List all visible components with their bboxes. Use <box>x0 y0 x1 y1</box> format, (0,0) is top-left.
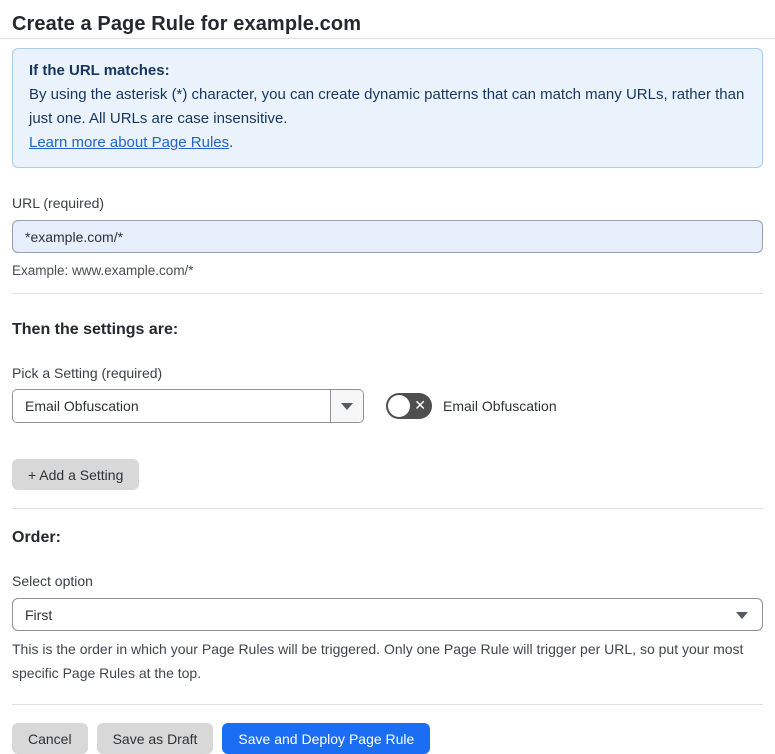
add-setting-row: + Add a Setting <box>12 459 763 490</box>
settings-section: Then the settings are: Pick a Setting (r… <box>12 320 763 490</box>
add-setting-button[interactable]: + Add a Setting <box>12 459 140 490</box>
footer-divider <box>12 704 763 705</box>
title-divider <box>0 38 775 39</box>
order-help-text: This is the order in which your Page Rul… <box>12 641 744 681</box>
settings-heading: Then the settings are: <box>12 321 179 338</box>
url-section-divider <box>12 293 763 294</box>
save-draft-button[interactable]: Save as Draft <box>96 723 214 754</box>
create-page-rule-panel: Create a Page Rule for example.com If th… <box>0 0 775 754</box>
save-deploy-button[interactable]: Save and Deploy Page Rule <box>222 723 431 754</box>
setting-dropdown[interactable]: Email Obfuscation <box>12 389 364 423</box>
info-box-link-line: Learn more about Page Rules. <box>29 131 746 155</box>
url-section: URL (required) Example: www.example.com/… <box>12 194 763 281</box>
order-select[interactable]: First <box>12 598 763 631</box>
setting-row: Email Obfuscation ✕ Email Obfuscation <box>12 389 763 423</box>
url-field-label: URL (required) <box>12 195 105 211</box>
settings-section-divider <box>12 508 763 509</box>
email-obfuscation-toggle[interactable]: ✕ <box>386 393 432 419</box>
url-input[interactable] <box>12 220 763 253</box>
setting-picker-label: Pick a Setting (required) <box>12 365 163 381</box>
order-heading: Order: <box>12 529 61 546</box>
footer-actions: Cancel Save as Draft Save and Deploy Pag… <box>12 723 763 754</box>
order-select-label: Select option <box>12 573 93 589</box>
page-title: Create a Page Rule for example.com <box>12 13 362 35</box>
url-example-text: Example: www.example.com/* <box>12 263 194 278</box>
info-box-body: By using the asterisk (*) character, you… <box>29 86 745 127</box>
order-select-value: First <box>25 606 53 623</box>
setting-dropdown-value: Email Obfuscation <box>13 390 330 422</box>
chevron-down-icon <box>736 612 748 619</box>
toggle-label: Email Obfuscation <box>443 398 557 414</box>
toggle-knob <box>388 395 410 417</box>
url-match-info-box: If the URL matches: By using the asteris… <box>12 48 763 168</box>
info-box-heading: If the URL matches: <box>29 62 170 79</box>
order-section: Order: Select option First This is the o… <box>12 528 763 685</box>
setting-dropdown-arrow-button[interactable] <box>330 390 363 422</box>
cancel-button[interactable]: Cancel <box>12 723 88 754</box>
email-obfuscation-toggle-group: ✕ Email Obfuscation <box>386 393 557 419</box>
x-icon: ✕ <box>414 397 426 413</box>
link-suffix: . <box>229 134 234 151</box>
chevron-down-icon <box>341 402 353 410</box>
learn-more-link[interactable]: Learn more about Page Rules <box>29 134 229 151</box>
